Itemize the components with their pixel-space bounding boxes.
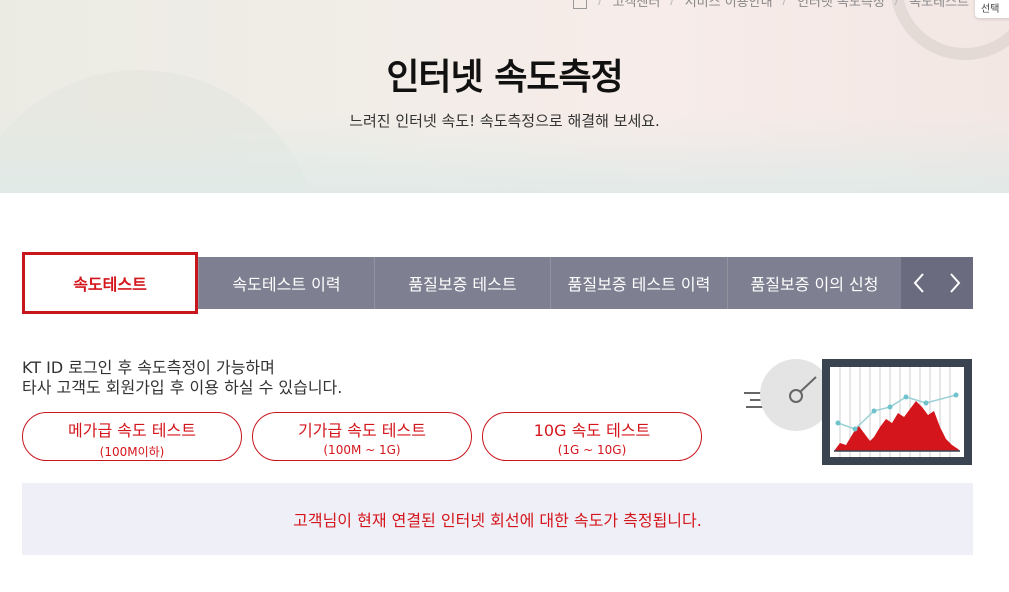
- mega-speed-test-button[interactable]: 메가급 속도 테스트 (100M이하): [22, 412, 242, 461]
- breadcrumb: / 고객센터 / 서비스 이용안내 / 인터넷 속도측정 / 속도테스트: [572, 0, 969, 10]
- tab-speed-test[interactable]: 속도테스트: [22, 252, 198, 314]
- button-label: 기가급 속도 테스트: [298, 421, 426, 440]
- breadcrumb-separator: /: [894, 0, 900, 8]
- button-sublabel: (100M이하): [99, 445, 165, 459]
- tab-prev-button[interactable]: [901, 257, 937, 309]
- breadcrumb-separator: /: [782, 0, 787, 8]
- chevron-right-icon: [950, 273, 961, 293]
- select-chip[interactable]: 선택: [975, 0, 1009, 18]
- tab-quality-test-history[interactable]: 품질보증 테스트 이력: [550, 257, 727, 309]
- page-hero: / 고객센터 / 서비스 이용안내 / 인터넷 속도측정 / 속도테스트 선택 …: [0, 0, 1009, 193]
- breadcrumb-item[interactable]: 서비스 이용안내: [685, 0, 773, 10]
- page-subtitle: 느려진 인터넷 속도! 속도측정으로 해결해 보세요.: [349, 112, 660, 130]
- home-icon[interactable]: [572, 0, 588, 9]
- button-label: 10G 속도 테스트: [533, 421, 651, 440]
- breadcrumb-separator: /: [670, 0, 675, 8]
- chevron-left-icon: [913, 273, 924, 293]
- measurement-notice: 고객님이 현재 연결된 인터넷 회선에 대한 속도가 측정됩니다.: [22, 483, 973, 555]
- giga-speed-test-button[interactable]: 기가급 속도 테스트 (100M ~ 1G): [252, 412, 472, 461]
- tab-quality-objection[interactable]: 품질보증 이의 신청: [727, 257, 901, 309]
- breadcrumb-item[interactable]: 인터넷 속도측정: [797, 0, 885, 10]
- breadcrumb-separator: /: [598, 0, 603, 8]
- breadcrumb-item-current: 속도테스트: [909, 0, 969, 10]
- tab-next-button[interactable]: [937, 257, 973, 309]
- tab-quality-test[interactable]: 품질보증 테스트: [374, 257, 550, 309]
- info-line: KT ID 로그인 후 속도측정이 가능하며: [22, 358, 275, 377]
- tab-speed-test-history[interactable]: 속도테스트 이력: [198, 257, 374, 309]
- speed-gauge-monitor-icon: [744, 359, 972, 465]
- button-sublabel: (1G ~ 10G): [557, 443, 627, 457]
- button-label: 메가급 속도 테스트: [68, 421, 196, 440]
- breadcrumb-item[interactable]: 고객센터: [612, 0, 660, 10]
- button-sublabel: (100M ~ 1G): [323, 443, 401, 457]
- info-text: KT ID 로그인 후 속도측정이 가능하며 타사 고객도 회원가입 후 이용 …: [22, 358, 342, 398]
- 10g-speed-test-button[interactable]: 10G 속도 테스트 (1G ~ 10G): [482, 412, 702, 461]
- info-line: 타사 고객도 회원가입 후 이용 하실 수 있습니다.: [22, 378, 343, 397]
- page-title: 인터넷 속도측정: [386, 57, 623, 98]
